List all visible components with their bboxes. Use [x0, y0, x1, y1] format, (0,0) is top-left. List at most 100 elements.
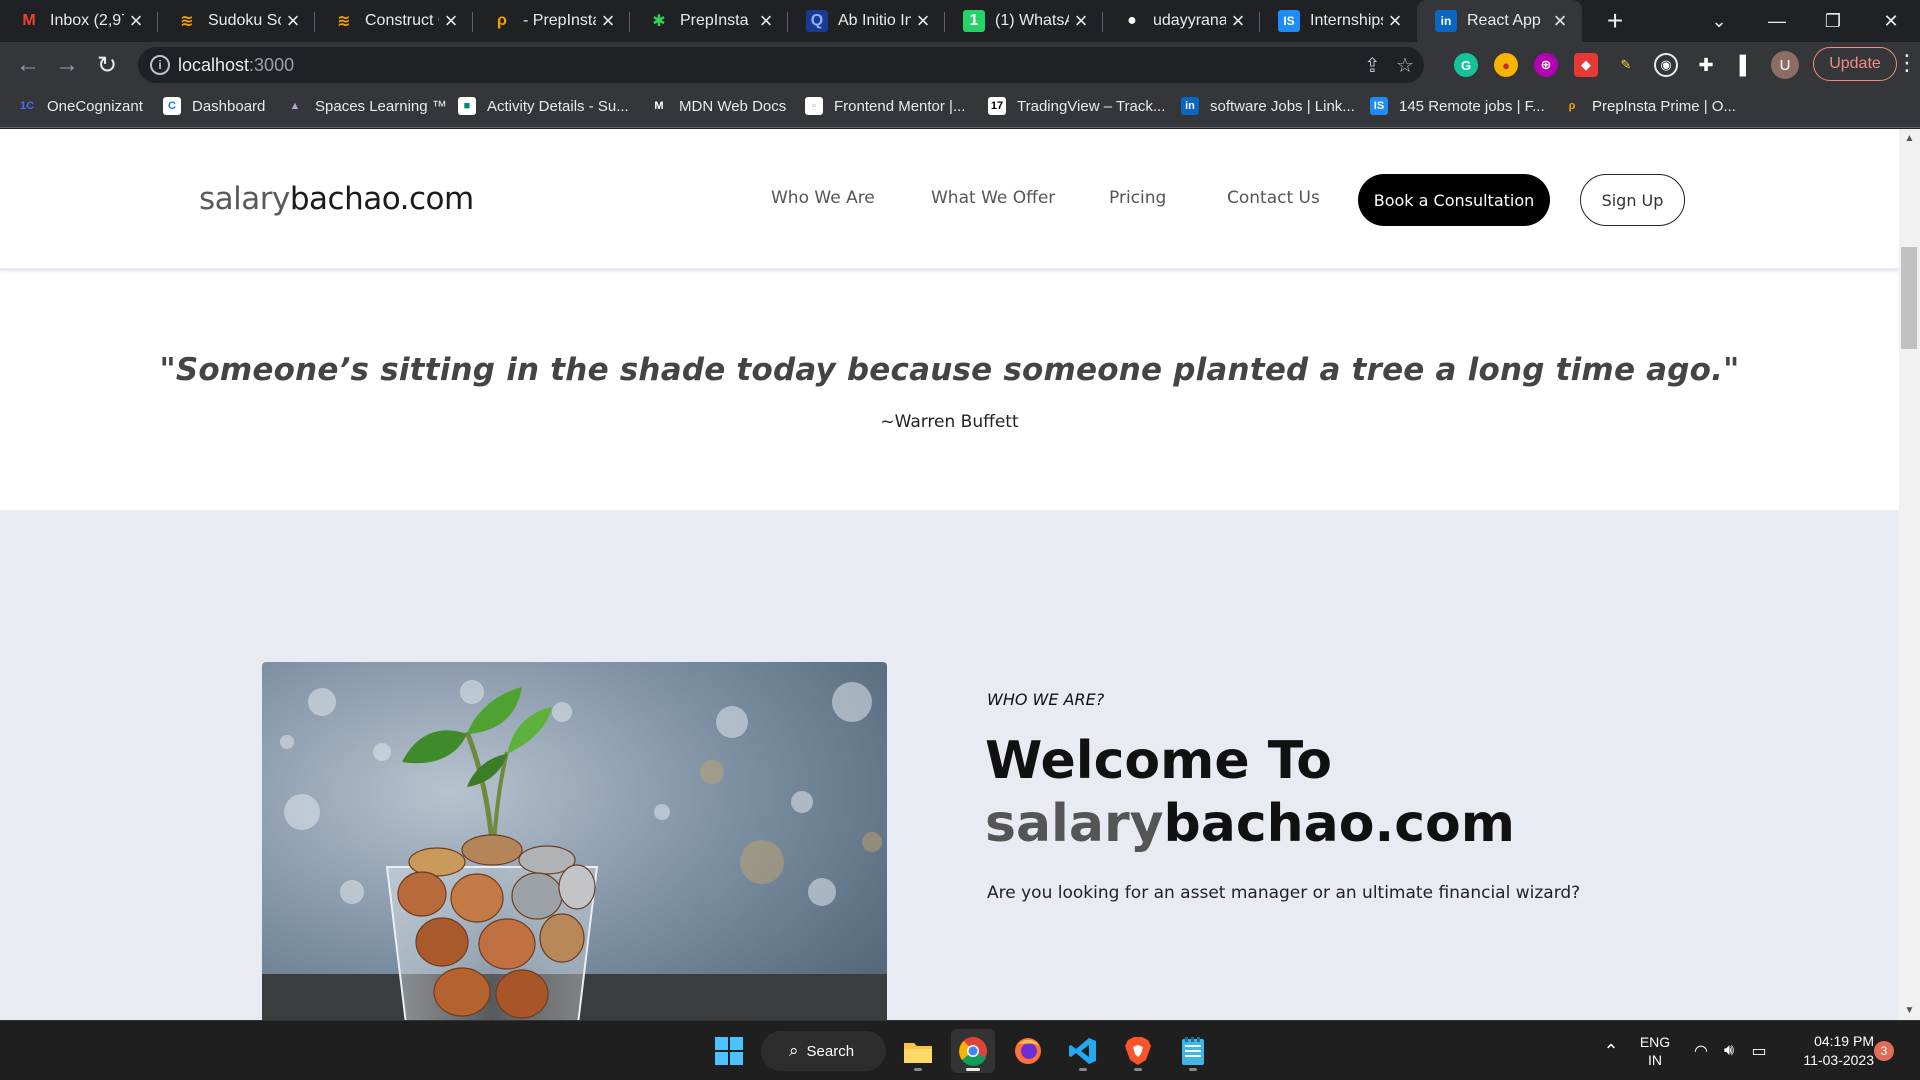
book-consultation-button[interactable]: Book a Consultation	[1358, 174, 1550, 226]
browser-tab[interactable]: ρ - PrepInsta ×	[473, 0, 630, 42]
browser-tab[interactable]: Q Ab Initio Int ×	[788, 0, 945, 42]
prepinsta-icon: ρ	[497, 12, 507, 29]
tab-close-icon[interactable]: ×	[754, 8, 778, 34]
extension-icon[interactable]: ⊕	[1534, 53, 1558, 77]
scrollbar-thumb[interactable]	[1901, 247, 1917, 349]
tab-search-icon[interactable]: ⌄	[1694, 0, 1744, 42]
url-text[interactable]: localhost:3000	[178, 47, 294, 83]
tab-close-icon[interactable]: ×	[1069, 8, 1093, 34]
dashboard-icon: C	[163, 97, 181, 115]
back-icon[interactable]: ←	[12, 49, 44, 81]
site-logo[interactable]: salarybachao.com	[199, 181, 474, 217]
bookmark-label: software Jobs | Link...	[1210, 97, 1355, 115]
prepinsta-icon: ρ	[1568, 100, 1576, 112]
browser-tab[interactable]: ≋ Construct C×	[315, 0, 473, 42]
close-window-icon[interactable]: ✕	[1866, 0, 1916, 42]
side-panel-icon[interactable]: ▌	[1734, 53, 1758, 77]
show-hidden-icons-chevron-icon[interactable]: ⌃	[1596, 1021, 1626, 1080]
brave-icon[interactable]	[1116, 1029, 1160, 1073]
taskbar-search[interactable]: ⌕ Search	[761, 1031, 886, 1071]
windows-taskbar: ⌕ Search ⌃ ENG IN ◠ 🔊︎ ▭ 04:19 PM 11-03-…	[0, 1020, 1920, 1080]
notepad-icon[interactable]	[1171, 1029, 1215, 1073]
page-viewport: salarybachao.com Who We Are What We Offe…	[0, 129, 1899, 1020]
bookmark-item[interactable]: C Dashboard	[163, 88, 265, 124]
sign-up-button[interactable]: Sign Up	[1580, 174, 1685, 226]
more-menu-icon[interactable]: ⋮	[1896, 50, 1918, 76]
tab-close-icon[interactable]: ×	[1226, 8, 1250, 34]
tab-close-icon[interactable]: ×	[1548, 8, 1572, 34]
extension-icon[interactable]: ●	[1494, 53, 1518, 77]
language-indicator[interactable]: ENG IN	[1630, 1021, 1680, 1080]
pencil-extension-icon[interactable]: ✎	[1614, 53, 1638, 77]
reload-icon[interactable]: ↻	[91, 49, 123, 81]
browser-tab[interactable]: ● udayyrana (×	[1103, 0, 1260, 42]
browser-tab[interactable]: IS Internships ×	[1260, 0, 1417, 42]
bookmark-item[interactable]: 1C OneCognizant	[18, 88, 143, 124]
browser-tab[interactable]: ≋ Sudoku Sol×	[158, 0, 315, 42]
clock[interactable]: 04:19 PM 11-03-2023	[1788, 1021, 1874, 1080]
nav-contact-us[interactable]: Contact Us	[1227, 188, 1320, 208]
tab-close-icon[interactable]: ×	[596, 8, 620, 34]
browser-toolbar: ← → ↻ i localhost:3000 ⇪ ☆ G ● ⊕ ◆ ✎ ◉ ✚…	[0, 42, 1920, 88]
chrome-icon[interactable]	[951, 1029, 995, 1073]
notification-badge[interactable]: 3	[1874, 1041, 1894, 1061]
page-scrollbar[interactable]: ▲ ▼	[1899, 129, 1920, 1020]
bookmark-item[interactable]: M MDN Web Docs	[650, 88, 786, 124]
profile-avatar[interactable]: U	[1771, 51, 1799, 79]
browser-tab[interactable]: in React App ×	[1417, 0, 1582, 42]
bookmark-item[interactable]: ▲ Spaces Learning ™	[286, 88, 447, 124]
bookmark-label: Frontend Mentor |...	[834, 97, 966, 115]
battery-icon[interactable]: ▭	[1746, 1021, 1772, 1080]
wifi-icon[interactable]: ◠	[1688, 1021, 1714, 1080]
extensions-puzzle-icon[interactable]: ✚	[1694, 53, 1718, 77]
bookmark-item[interactable]: 17 TradingView – Track...	[988, 88, 1165, 124]
browser-tab[interactable]: M Inbox (2,97 ×	[0, 0, 158, 42]
bookmark-item[interactable]: ■ Activity Details - Su...	[458, 88, 629, 124]
forward-icon[interactable]: →	[51, 49, 83, 81]
minimize-icon[interactable]: —	[1752, 0, 1802, 42]
tab-close-icon[interactable]: ×	[124, 8, 148, 34]
extension-icon[interactable]: ◆	[1574, 53, 1598, 77]
bookmark-label: 145 Remote jobs | F...	[1399, 97, 1545, 115]
nav-pricing[interactable]: Pricing	[1109, 188, 1166, 208]
vscode-icon[interactable]	[1061, 1029, 1105, 1073]
bookmark-label: PrepInsta Prime | O...	[1592, 97, 1736, 115]
internshala-icon: IS	[1278, 10, 1300, 32]
firefox-icon[interactable]	[1006, 1029, 1050, 1073]
new-tab-button[interactable]: +	[1600, 6, 1630, 36]
asterisk-icon: ✱	[652, 13, 666, 30]
browser-tab[interactable]: ✱ PrepInsta | I×	[630, 0, 788, 42]
scroll-up-icon[interactable]: ▲	[1899, 133, 1920, 144]
extension-icon[interactable]: ◉	[1654, 53, 1678, 77]
volume-icon[interactable]: 🔊︎	[1716, 1021, 1742, 1080]
grammarly-icon[interactable]: G	[1454, 53, 1478, 77]
bookmark-item[interactable]: in software Jobs | Link...	[1181, 88, 1355, 124]
bookmark-item[interactable]: IS 145 Remote jobs | F...	[1370, 88, 1545, 124]
tradingview-icon: 17	[988, 97, 1006, 115]
clock-date: 11-03-2023	[1803, 1052, 1874, 1068]
bookmark-star-icon[interactable]: ☆	[1396, 53, 1414, 78]
stacks-icon: ≋	[180, 13, 194, 30]
address-bar[interactable]: i localhost:3000 ⇪ ☆	[138, 47, 1424, 83]
restore-icon[interactable]: ❐	[1808, 0, 1858, 42]
update-button[interactable]: Update	[1813, 47, 1897, 81]
tab-close-icon[interactable]: ×	[281, 8, 305, 34]
bookmark-item[interactable]: ρ PrepInsta Prime | O...	[1563, 88, 1736, 124]
bookmark-item[interactable]: ▫ Frontend Mentor |...	[805, 88, 965, 124]
tab-close-icon[interactable]: ×	[1383, 8, 1407, 34]
nav-what-we-offer[interactable]: What We Offer	[931, 188, 1055, 208]
bookmark-label: Activity Details - Su...	[487, 97, 629, 115]
quote-text: "Someone’s sitting in the shade today be…	[159, 352, 1740, 388]
internshala-icon: IS	[1370, 97, 1388, 115]
about-text: Are you looking for an asset manager or …	[987, 883, 1581, 903]
windows-start-icon[interactable]	[707, 1029, 751, 1073]
file-explorer-icon[interactable]	[896, 1029, 940, 1073]
tab-close-icon[interactable]: ×	[911, 8, 935, 34]
share-icon[interactable]: ⇪	[1364, 53, 1381, 78]
clock-time: 04:19 PM	[1814, 1033, 1874, 1049]
nav-who-we-are[interactable]: Who We Are	[771, 188, 875, 208]
scroll-down-icon[interactable]: ▼	[1899, 1005, 1920, 1016]
site-info-icon[interactable]: i	[150, 55, 170, 75]
tab-close-icon[interactable]: ×	[439, 8, 463, 34]
browser-tab[interactable]: 1 (1) WhatsAp×	[945, 0, 1103, 42]
